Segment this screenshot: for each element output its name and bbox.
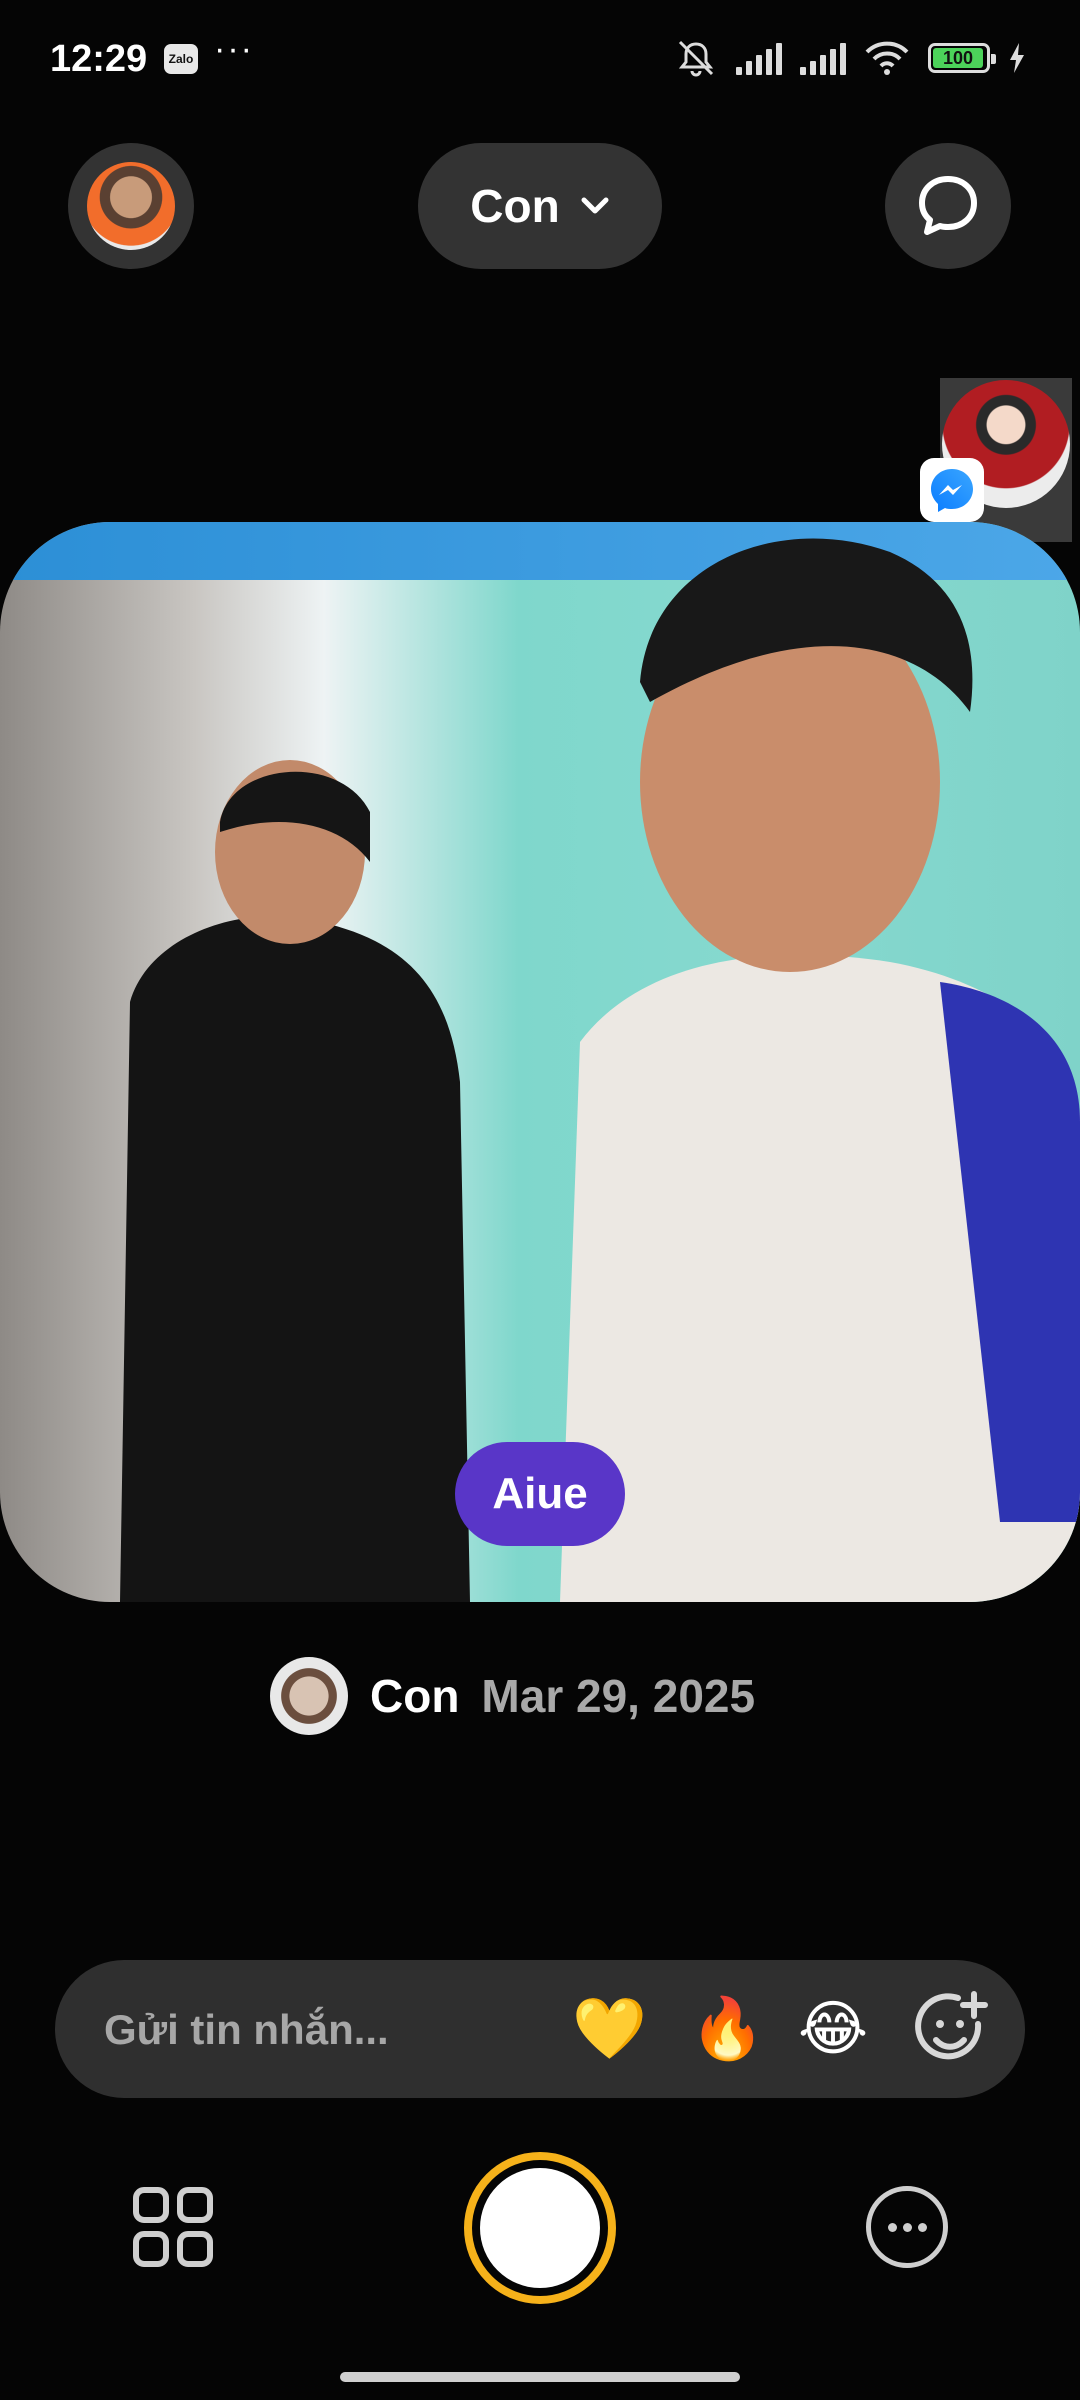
shared-photo[interactable] bbox=[0, 522, 1080, 1602]
add-reaction-button[interactable] bbox=[912, 1990, 992, 2070]
signal-icon bbox=[736, 41, 782, 75]
more-icon bbox=[887, 2222, 897, 2232]
more-options-button[interactable] bbox=[866, 2186, 948, 2268]
chevron-down-icon bbox=[581, 197, 609, 214]
notification-more-icon: ··· bbox=[214, 30, 254, 68]
home-indicator[interactable] bbox=[340, 2372, 740, 2382]
author-avatar bbox=[270, 1657, 348, 1735]
author-name: Con bbox=[370, 1670, 460, 1722]
message-input[interactable]: Gửi tin nhắn... bbox=[104, 2006, 389, 2054]
grid-icon bbox=[133, 2187, 213, 2267]
react-laugh-button[interactable]: 😂 bbox=[798, 1996, 868, 2062]
photo-person-right bbox=[560, 538, 1080, 1602]
messenger-icon bbox=[920, 458, 984, 522]
shutter-inner bbox=[480, 2168, 600, 2288]
battery-icon: 100 bbox=[928, 43, 996, 73]
add-reaction-icon bbox=[915, 1991, 988, 2060]
status-icons: 100 bbox=[674, 38, 1026, 78]
profile-button[interactable] bbox=[68, 143, 194, 269]
avatar bbox=[87, 162, 175, 250]
grid-view-button[interactable] bbox=[130, 2184, 216, 2270]
status-time: 12:29 bbox=[50, 38, 148, 80]
chat-icon bbox=[919, 176, 977, 235]
react-fire-button[interactable]: 🔥 bbox=[690, 1996, 765, 2062]
charging-icon bbox=[1010, 43, 1024, 73]
wifi-icon bbox=[865, 41, 909, 75]
friend-filter-dropdown[interactable]: Con bbox=[418, 143, 662, 269]
post-date: Mar 29, 2025 bbox=[481, 1670, 756, 1722]
shutter-button[interactable] bbox=[464, 2152, 616, 2304]
friend-filter-label: Con bbox=[470, 180, 560, 232]
chat-button[interactable] bbox=[885, 143, 1011, 269]
photo-caption: Aiue bbox=[455, 1442, 625, 1546]
mute-icon bbox=[678, 40, 714, 77]
post-author-row[interactable]: Con Mar 29, 2025 bbox=[270, 1656, 755, 1736]
react-heart-button[interactable]: 💛 bbox=[572, 1996, 647, 2062]
zalo-icon: Zalo bbox=[164, 44, 198, 74]
signal-icon-2 bbox=[800, 41, 846, 75]
battery-level: 100 bbox=[933, 48, 983, 68]
